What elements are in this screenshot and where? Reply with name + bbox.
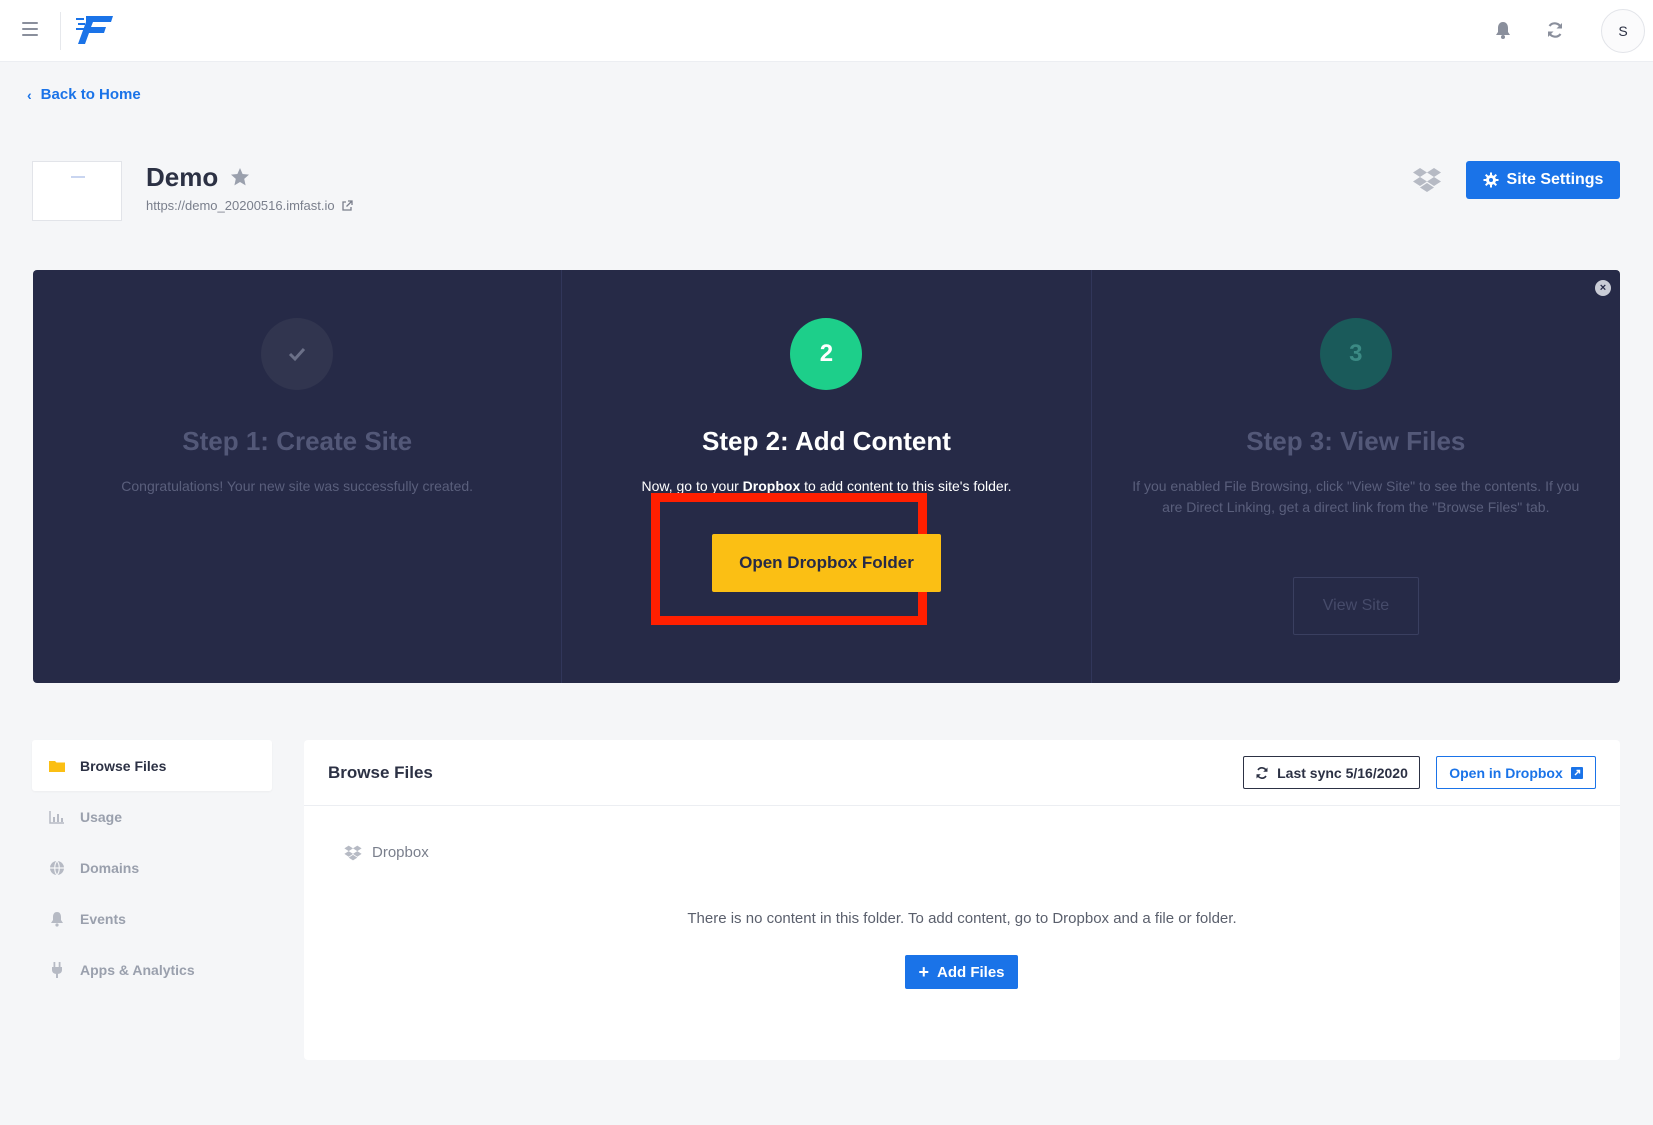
step-1-check-icon [261, 318, 334, 390]
step-3-title: Step 3: View Files [1246, 426, 1466, 456]
refresh-icon [1256, 766, 1268, 779]
sidebar-item-label: Usage [80, 808, 123, 825]
chevron-left-icon: ‹ [27, 86, 32, 103]
external-link-icon [1570, 766, 1583, 779]
sidebar-item-apps-analytics[interactable]: Apps & Analytics [32, 944, 272, 995]
bell-icon[interactable] [1493, 20, 1513, 40]
last-sync-button[interactable]: Last sync 5/16/2020 [1243, 756, 1420, 789]
plug-icon [49, 961, 65, 978]
step-2-marker: 2 [790, 318, 863, 390]
open-in-dropbox-button[interactable]: Open in Dropbox [1436, 756, 1596, 789]
empty-folder-message: There is no content in this folder. To a… [687, 910, 1237, 927]
breadcrumb[interactable]: Dropbox [344, 844, 429, 861]
step-3-text: If you enabled File Browsing, click "Vie… [1132, 478, 1580, 515]
back-to-home-link[interactable]: ‹ Back to Home [27, 86, 141, 103]
step-3-marker: 3 [1319, 318, 1392, 390]
site-url[interactable]: https://demo_20200516.imfast.io [146, 198, 353, 213]
site-title: Demo [146, 162, 219, 192]
last-sync-label: Last sync 5/16/2020 [1277, 764, 1408, 781]
step-2-title: Step 2: Add Content [702, 426, 951, 456]
folder-icon [49, 758, 65, 774]
step-1-title: Step 1: Create Site [182, 426, 413, 456]
open-in-dropbox-label: Open in Dropbox [1449, 764, 1563, 781]
external-link-icon [341, 199, 353, 211]
add-files-button[interactable]: + Add Files [905, 955, 1018, 989]
open-dropbox-folder-button[interactable]: Open Dropbox Folder [712, 534, 941, 592]
sidebar-item-label: Apps & Analytics [80, 961, 195, 978]
step-2-text-after: to add content to this site's folder. [800, 478, 1012, 494]
plus-icon: + [918, 962, 929, 982]
site-url-text: https://demo_20200516.imfast.io [146, 198, 335, 213]
bell-icon [49, 911, 65, 927]
star-icon[interactable] [229, 166, 251, 188]
site-settings-button[interactable]: Site Settings [1466, 161, 1620, 199]
browse-files-card: Browse Files Last sync 5/16/2020 Open in… [304, 740, 1620, 1060]
step-1: Step 1: Create Site Congratulations! You… [33, 270, 563, 683]
back-link-label: Back to Home [40, 86, 141, 103]
breadcrumb-label: Dropbox [372, 844, 429, 861]
chart-icon [49, 809, 65, 825]
gear-icon [1483, 172, 1499, 188]
step-2-text-bold: Dropbox [742, 478, 801, 494]
view-site-button[interactable]: View Site [1293, 577, 1419, 635]
dropbox-icon [344, 845, 362, 860]
dropbox-icon[interactable] [1413, 167, 1441, 193]
sidebar-item-browse-files[interactable]: Browse Files [32, 740, 272, 791]
sidebar-item-label: Domains [80, 859, 140, 876]
step-2-text-before: Now, go to your [641, 478, 743, 494]
check-icon [289, 347, 306, 362]
sidebar-item-usage[interactable]: Usage [32, 791, 272, 842]
card-header: Browse Files Last sync 5/16/2020 Open in… [304, 740, 1620, 806]
sidebar-item-domains[interactable]: Domains [32, 842, 272, 893]
sidebar-item-label: Browse Files [80, 757, 167, 774]
site-thumbnail [32, 161, 122, 221]
sidebar-item-events[interactable]: Events [32, 893, 272, 944]
avatar[interactable]: S [1601, 9, 1645, 53]
card-title: Browse Files [328, 763, 433, 782]
sidebar-item-label: Events [80, 910, 126, 927]
site-settings-label: Site Settings [1506, 171, 1604, 188]
top-bar: S [0, 0, 1653, 62]
globe-icon [49, 860, 65, 876]
sidebar: Browse Files Usage Domains Events Apps &… [32, 740, 272, 995]
imfast-logo-icon[interactable] [76, 14, 114, 46]
add-files-label: Add Files [937, 963, 1005, 981]
step-1-text: Congratulations! Your new site was succe… [121, 478, 474, 494]
top-divider [60, 12, 61, 50]
refresh-icon[interactable] [1545, 20, 1565, 40]
close-icon[interactable]: × [1595, 280, 1611, 296]
hamburger-icon[interactable] [22, 22, 38, 36]
